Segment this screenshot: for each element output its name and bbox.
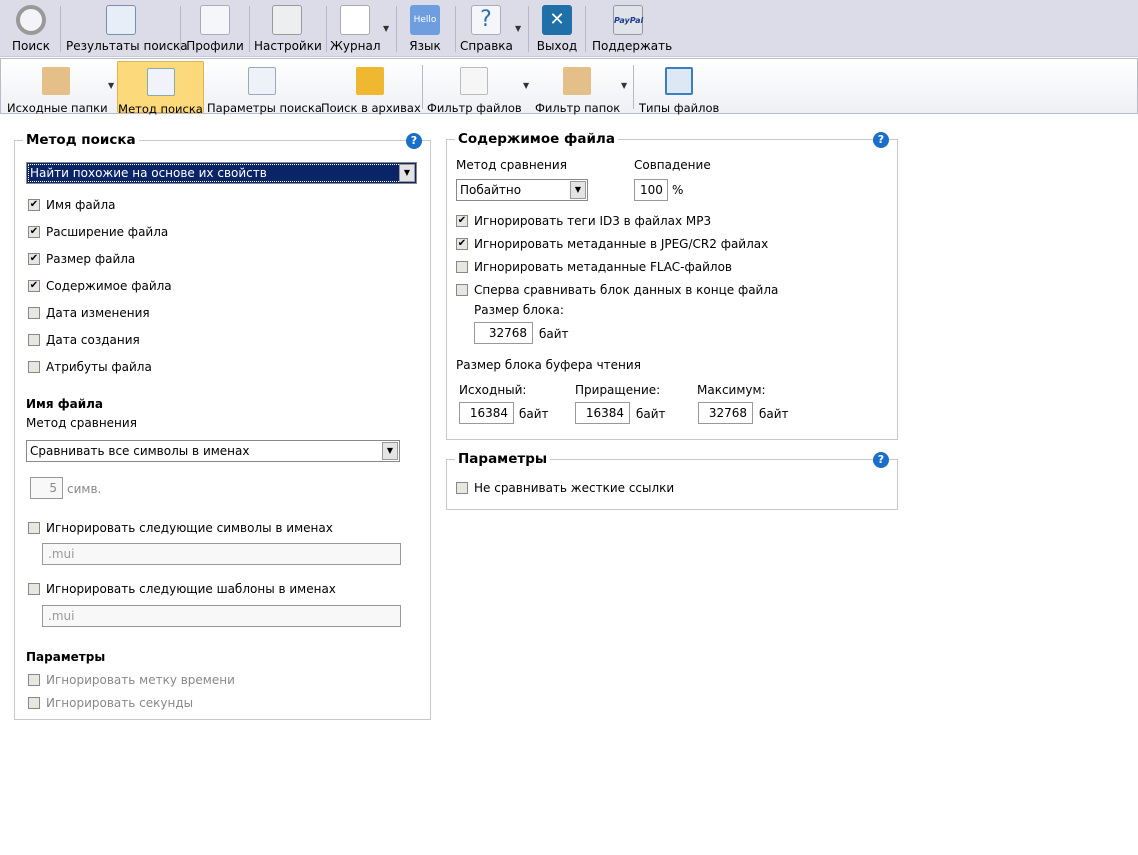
checkbox-extension[interactable]: ✔ Расширение файла: [28, 225, 168, 239]
help-icon[interactable]: ?: [406, 133, 422, 149]
group-title: Параметры: [455, 451, 551, 467]
checkbox-no-hardlinks[interactable]: Не сравнивать жесткие ссылки: [456, 481, 674, 495]
match-label: Совпадение: [634, 158, 711, 172]
filename-section-header: Имя файла: [26, 397, 104, 411]
checkbox-ignore-timestamp[interactable]: Игнорировать метку времени: [28, 673, 235, 687]
checkbox-ignore-flac-meta[interactable]: Игнорировать метаданные FLAC-файлов: [456, 260, 732, 274]
exit-button[interactable]: ✕ Выход: [536, 3, 578, 55]
checkbox-created-date[interactable]: Дата создания: [28, 333, 140, 347]
donate-button[interactable]: PayPal Поддержать: [592, 3, 672, 55]
search-params-icon: [248, 67, 276, 95]
tab-search-params[interactable]: Параметры поиска: [207, 61, 322, 115]
checkbox-attributes[interactable]: Атрибуты файла: [28, 360, 152, 374]
params-group: Параметры ? Не сравнивать жесткие ссылки: [446, 451, 898, 510]
chevron-down-icon[interactable]: ▼: [399, 164, 415, 182]
filename-compare-select[interactable]: Сравнивать все символы в именах ▼: [26, 440, 400, 462]
checkbox-ignore-patterns[interactable]: Игнорировать следующие шаблоны в именах: [28, 582, 336, 596]
tab-archive-search[interactable]: Поиск в архивах: [321, 61, 421, 115]
chars-count-input[interactable]: 5: [30, 477, 63, 499]
match-input[interactable]: 100: [634, 179, 668, 201]
block-size-input[interactable]: 32768: [474, 322, 533, 344]
file-types-icon: [665, 67, 693, 95]
checkbox-ignore-seconds[interactable]: Игнорировать секунды: [28, 696, 193, 710]
log-dropdown-icon[interactable]: ▼: [383, 24, 389, 33]
settings-icon: [272, 5, 302, 35]
help-button[interactable]: ? Справка: [460, 3, 513, 55]
content-compare-label: Метод сравнения: [456, 158, 567, 172]
tab-file-types[interactable]: Типы файлов: [639, 61, 719, 115]
folder-filter-icon: [563, 67, 591, 95]
language-button[interactable]: Hello Язык: [404, 3, 446, 55]
max-unit-label: байт: [759, 407, 789, 421]
max-label: Максимум:: [697, 383, 766, 397]
search-method-group: Метод поиска ? Найти похожие на основе и…: [14, 132, 431, 720]
increment-input[interactable]: 16384: [575, 402, 630, 424]
chevron-down-icon[interactable]: ▼: [382, 442, 398, 460]
checkbox-ignore-chars[interactable]: Игнорировать следующие символы в именах: [28, 521, 333, 535]
profiles-button[interactable]: Профили: [186, 3, 244, 55]
secondary-toolbar: Исходные папки ▼ Метод поиска Параметры …: [0, 58, 1138, 116]
checkbox-ignore-jpeg-meta[interactable]: ✔ Игнорировать метаданные в JPEG/CR2 файл…: [456, 237, 768, 251]
search-method-icon: [146, 68, 175, 96]
search-mode-select[interactable]: Найти похожие на основе их свойств ▼: [26, 162, 417, 184]
checkbox-content[interactable]: ✔ Содержимое файла: [28, 279, 172, 293]
help-icon[interactable]: ?: [873, 452, 889, 468]
folder-search-icon: [42, 67, 70, 95]
search-results-button[interactable]: Результаты поиска: [66, 3, 188, 55]
initial-label: Исходный:: [459, 383, 527, 397]
ignore-patterns-input[interactable]: .mui: [42, 605, 401, 627]
percent-label: %: [672, 183, 684, 197]
content-compare-select[interactable]: Побайтно ▼: [456, 179, 588, 201]
checkbox-filename[interactable]: ✔ Имя файла: [28, 198, 116, 212]
search-icon: [16, 5, 46, 35]
log-button[interactable]: Журнал: [330, 3, 381, 55]
initial-input[interactable]: 16384: [459, 402, 514, 424]
tab-folder-filter[interactable]: Фильтр папок: [535, 61, 620, 115]
help-icon: ?: [471, 5, 501, 35]
checkbox-compare-end-block[interactable]: Сперва сравнивать блок данных в конце фа…: [456, 283, 778, 297]
checkbox-size[interactable]: ✔ Размер файла: [28, 252, 135, 266]
buffer-size-label: Размер блока буфера чтения: [456, 358, 641, 372]
source-folders-dropdown-icon[interactable]: ▼: [108, 81, 114, 90]
compare-method-label: Метод сравнения: [26, 416, 137, 430]
paypal-icon: PayPal: [613, 5, 643, 35]
save-results-icon: [106, 5, 136, 35]
max-input[interactable]: 32768: [698, 402, 753, 424]
main-toolbar: Поиск Результаты поиска Профили Настройк…: [0, 0, 1138, 57]
chars-unit-label: симв.: [67, 482, 102, 496]
block-unit-label: байт: [539, 327, 569, 341]
help-icon[interactable]: ?: [873, 132, 889, 148]
increment-label: Приращение:: [575, 383, 661, 397]
tab-search-method[interactable]: Метод поиска: [117, 61, 204, 116]
folder-filter-dropdown-icon[interactable]: ▼: [621, 81, 627, 90]
file-filter-icon: [460, 67, 488, 95]
block-size-label: Размер блока:: [474, 303, 564, 317]
help-dropdown-icon[interactable]: ▼: [515, 24, 521, 33]
group-title: Содержимое файла: [455, 131, 618, 147]
exit-icon: ✕: [542, 5, 572, 35]
settings-button[interactable]: Настройки: [254, 3, 322, 55]
tab-source-folders[interactable]: Исходные папки: [7, 61, 108, 115]
group-title: Метод поиска: [23, 132, 139, 148]
params-section-header: Параметры: [26, 650, 106, 664]
tab-file-filter[interactable]: Фильтр файлов: [427, 61, 522, 115]
checkbox-ignore-id3[interactable]: ✔ Игнорировать теги ID3 в файлах MP3: [456, 214, 711, 228]
file-filter-dropdown-icon[interactable]: ▼: [523, 81, 529, 90]
profile-icon: [200, 5, 230, 35]
log-icon: [340, 5, 370, 35]
archive-icon: [356, 67, 384, 95]
file-content-group: Содержимое файла ? Метод сравнения Побай…: [446, 131, 898, 440]
checkbox-modified-date[interactable]: Дата изменения: [28, 306, 150, 320]
language-icon: Hello: [410, 5, 440, 35]
increment-unit-label: байт: [636, 407, 666, 421]
search-button[interactable]: Поиск: [8, 3, 54, 55]
ignore-chars-input[interactable]: .mui: [42, 543, 401, 565]
initial-unit-label: байт: [519, 407, 549, 421]
chevron-down-icon[interactable]: ▼: [570, 181, 586, 199]
